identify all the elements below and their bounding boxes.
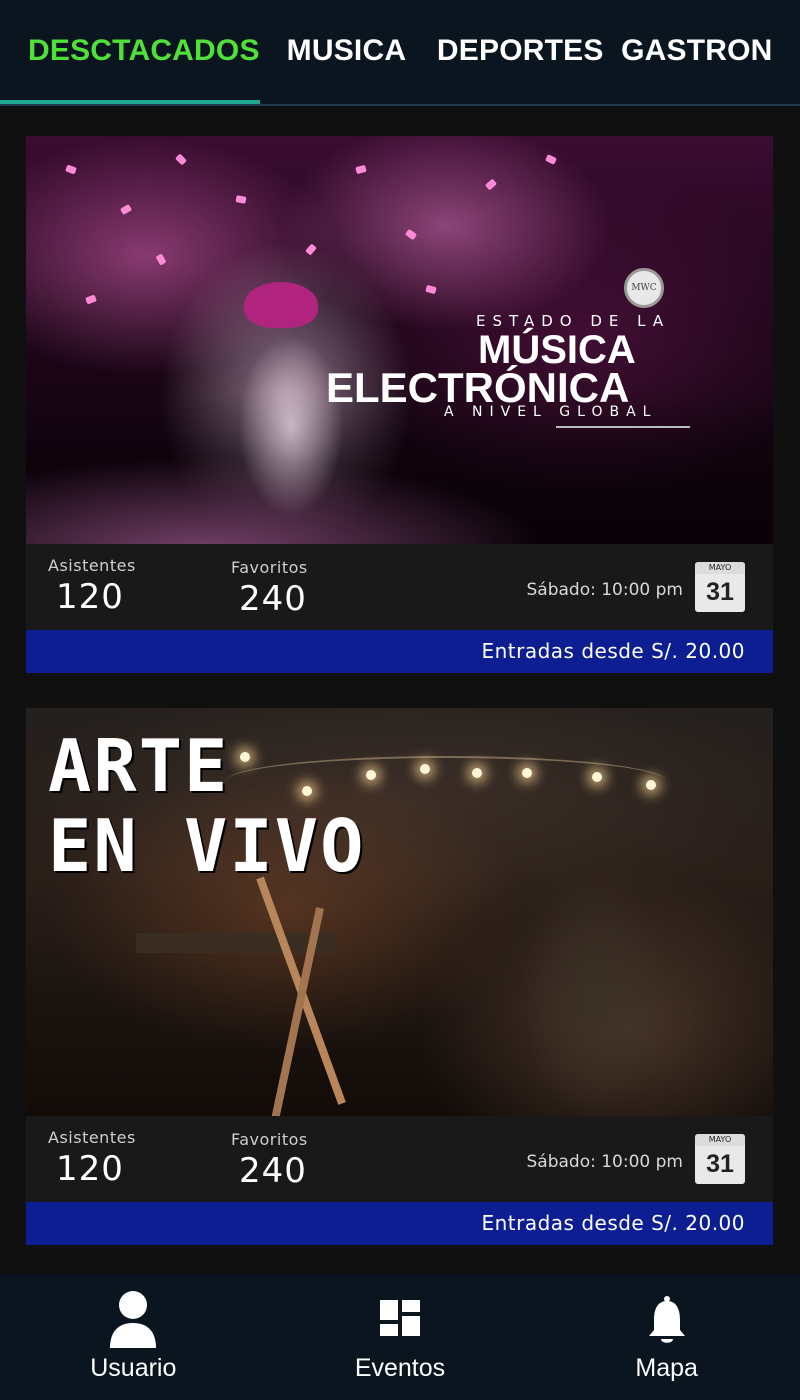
cap-graphic — [244, 282, 318, 328]
confetti — [404, 228, 418, 241]
nav-label: Eventos — [354, 1354, 446, 1382]
string-light — [592, 772, 602, 782]
confetti — [65, 164, 77, 175]
confetti — [235, 195, 247, 204]
tab-label: GASTRON — [621, 34, 773, 67]
favorites-stat: Favoritos 240 — [231, 1130, 308, 1191]
tab-deportes[interactable]: DEPORTES — [437, 0, 621, 104]
calendar-icon: MAYO 31 — [695, 1134, 745, 1184]
artist-graphic — [456, 828, 716, 1116]
favorites-label: Favoritos — [231, 1130, 308, 1149]
ticket-price-bar[interactable]: Entradas desde S/. 20.00 — [26, 1202, 773, 1245]
calendar-icon: MAYO 31 — [695, 562, 745, 612]
event-image[interactable]: ARTE EN VIVO — [26, 708, 773, 1116]
favorites-count: 240 — [239, 1151, 307, 1191]
string-light — [366, 770, 376, 780]
confetti — [174, 153, 188, 166]
attendees-count: 120 — [56, 577, 124, 617]
ticket-price-bar[interactable]: Entradas desde S/. 20.00 — [26, 630, 773, 673]
category-tabs: DESCTACADOS MUSICA DEPORTES GASTRON — [0, 0, 800, 104]
favorites-stat: Favoritos 240 — [231, 558, 308, 619]
favorites-count: 240 — [239, 579, 307, 619]
top-tab-bar: DESCTACADOS MUSICA DEPORTES GASTRON — [0, 0, 800, 106]
nav-label: Mapa — [635, 1354, 698, 1382]
calendar-day: 31 — [706, 578, 734, 606]
nav-usuario[interactable]: Usuario — [0, 1274, 267, 1400]
event-schedule: Sábado: 10:00 pm — [526, 580, 684, 600]
attendees-count: 120 — [56, 1149, 124, 1189]
nav-eventos[interactable]: Eventos — [267, 1274, 534, 1400]
mwc-logo: MWC — [624, 268, 664, 308]
user-icon — [110, 1291, 157, 1348]
tab-label: MUSICA — [286, 34, 407, 67]
nav-label: Usuario — [90, 1354, 177, 1382]
tab-label: DESCTACADOS — [28, 34, 260, 67]
confetti — [85, 294, 97, 305]
confetti — [355, 164, 367, 175]
favorites-label: Favoritos — [231, 558, 308, 577]
string-light — [472, 768, 482, 778]
poster-rule — [556, 426, 690, 428]
poster-tagline: A NIVEL GLOBAL — [444, 404, 658, 420]
tab-gastronomia[interactable]: GASTRON — [621, 0, 800, 104]
event-schedule: Sábado: 10:00 pm — [526, 1152, 684, 1172]
event-list[interactable]: MWC ESTADO DE LA MÚSICA ELECTRÓNICA A NI… — [0, 108, 800, 1274]
confetti — [119, 203, 133, 216]
string-light — [646, 780, 656, 790]
event-image[interactable]: MWC ESTADO DE LA MÚSICA ELECTRÓNICA A NI… — [26, 136, 773, 544]
poster-title-line2: EN VIVO — [48, 804, 366, 888]
confetti — [155, 253, 167, 266]
tab-musica[interactable]: MUSICA — [287, 0, 437, 104]
bottom-nav: Usuario Eventos Mapa — [0, 1274, 800, 1400]
confetti — [305, 243, 317, 256]
attendees-stat: Asistentes 120 — [48, 556, 136, 617]
event-card[interactable]: MWC ESTADO DE LA MÚSICA ELECTRÓNICA A NI… — [26, 136, 773, 673]
crowd-graphic — [26, 394, 773, 544]
attendees-label: Asistentes — [48, 556, 136, 575]
nav-mapa[interactable]: Mapa — [533, 1274, 800, 1400]
ticket-price: Entradas desde S/. 20.00 — [481, 1211, 745, 1235]
ticket-price: Entradas desde S/. 20.00 — [481, 639, 745, 663]
string-light — [522, 768, 532, 778]
calendar-day: 31 — [706, 1150, 734, 1178]
poster-title: ARTE EN VIVO — [48, 726, 365, 886]
event-card[interactable]: ARTE EN VIVO Asistentes 120 Favoritos 24… — [26, 708, 773, 1245]
event-info-bar: Asistentes 120 Favoritos 240 Sábado: 10:… — [26, 1116, 773, 1202]
active-tab-indicator — [0, 100, 260, 104]
calendar-month: MAYO — [695, 562, 745, 574]
string-light — [420, 764, 430, 774]
dashboard-icon — [380, 1300, 420, 1336]
confetti — [484, 178, 498, 191]
tab-destacados[interactable]: DESCTACADOS — [0, 0, 260, 104]
poster-title-line1: ARTE — [48, 724, 230, 808]
event-info-bar: Asistentes 120 Favoritos 240 Sábado: 10:… — [26, 544, 773, 630]
calendar-month: MAYO — [695, 1134, 745, 1146]
confetti — [425, 284, 437, 295]
attendees-label: Asistentes — [48, 1128, 136, 1147]
confetti — [544, 154, 558, 165]
logo-text: MWC — [631, 283, 657, 293]
attendees-stat: Asistentes 120 — [48, 1128, 136, 1189]
bell-icon — [648, 1296, 685, 1343]
tab-label: DEPORTES — [436, 34, 604, 67]
